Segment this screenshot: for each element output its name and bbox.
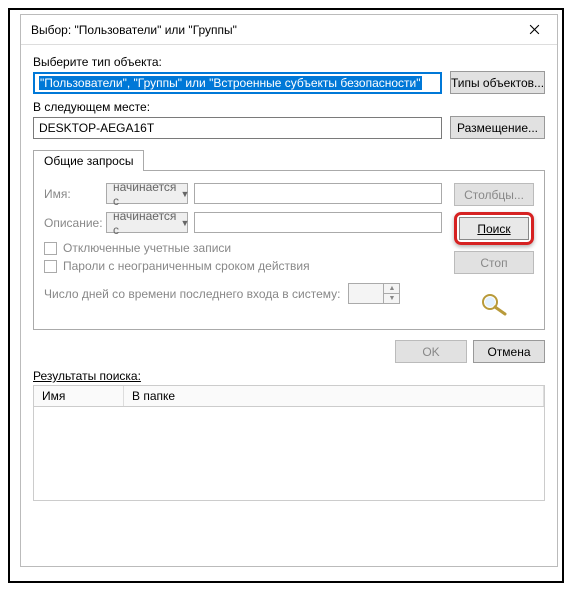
magnifier-icon [477, 292, 511, 319]
disabled-accounts-label: Отключенные учетные записи [63, 241, 231, 255]
object-type-field[interactable]: "Пользователи", "Группы" или "Встроенные… [33, 72, 442, 94]
stop-button[interactable]: Стоп [454, 251, 534, 274]
chevron-down-icon[interactable]: ▼ [384, 294, 399, 303]
cancel-button[interactable]: Отмена [473, 340, 545, 363]
nonexpiring-passwords-checkbox[interactable] [44, 260, 57, 273]
tab-header: Общие запросы [33, 149, 545, 170]
results-grid-body[interactable] [33, 407, 545, 501]
close-button[interactable] [513, 16, 555, 44]
days-since-logon-label: Число дней со времени последнего входа в… [44, 287, 340, 301]
object-type-label: Выберите тип объекта: [33, 55, 545, 69]
column-name[interactable]: Имя [34, 386, 124, 406]
results-label: Результаты поиска: [33, 369, 545, 383]
chevron-down-icon: ▼ [180, 189, 189, 199]
desc-label: Описание: [44, 216, 100, 230]
nonexpiring-passwords-label: Пароли с неограниченным сроком действия [63, 259, 310, 273]
search-button[interactable]: Поиск [459, 217, 529, 240]
desc-match-combo[interactable]: начинается с ▼ [106, 212, 188, 233]
locations-button[interactable]: Размещение... [450, 116, 545, 139]
dialog-window: Выбор: "Пользователи" или "Группы" Выбер… [20, 14, 558, 567]
days-spinner[interactable]: ▲ ▼ [348, 283, 400, 304]
name-label: Имя: [44, 187, 100, 201]
object-type-value: "Пользователи", "Группы" или "Встроенные… [39, 76, 422, 90]
tab-pane: Имя: начинается с ▼ Описание: начинается… [33, 170, 545, 330]
name-input[interactable] [194, 183, 442, 204]
object-types-button[interactable]: Типы объектов... [450, 71, 545, 94]
search-highlight: Поиск [454, 212, 534, 245]
columns-button[interactable]: Столбцы... [454, 183, 534, 206]
column-folder[interactable]: В папке [124, 386, 544, 406]
dialog-content: Выберите тип объекта: "Пользователи", "Г… [21, 45, 557, 511]
window-title: Выбор: "Пользователи" или "Группы" [31, 23, 513, 37]
tab-common-queries[interactable]: Общие запросы [33, 150, 144, 171]
tab-area: Общие запросы Имя: начинается с ▼ Описан… [33, 149, 545, 330]
disabled-accounts-checkbox[interactable] [44, 242, 57, 255]
dialog-buttons: OK Отмена [33, 340, 545, 363]
screenshot-frame: Выбор: "Пользователи" или "Группы" Выбер… [8, 8, 564, 583]
titlebar: Выбор: "Пользователи" или "Группы" [21, 15, 557, 45]
chevron-down-icon: ▼ [180, 218, 189, 228]
location-value: DESKTOP-AEGA16T [39, 121, 154, 135]
close-icon [529, 24, 540, 35]
tab-left: Имя: начинается с ▼ Описание: начинается… [44, 183, 442, 319]
name-match-combo[interactable]: начинается с ▼ [106, 183, 188, 204]
location-label: В следующем месте: [33, 100, 545, 114]
ok-button[interactable]: OK [395, 340, 467, 363]
tab-right: Столбцы... Поиск Стоп [454, 183, 534, 319]
results-grid-header: Имя В папке [33, 385, 545, 407]
location-field[interactable]: DESKTOP-AEGA16T [33, 117, 442, 139]
desc-input[interactable] [194, 212, 442, 233]
chevron-up-icon[interactable]: ▲ [384, 284, 399, 294]
